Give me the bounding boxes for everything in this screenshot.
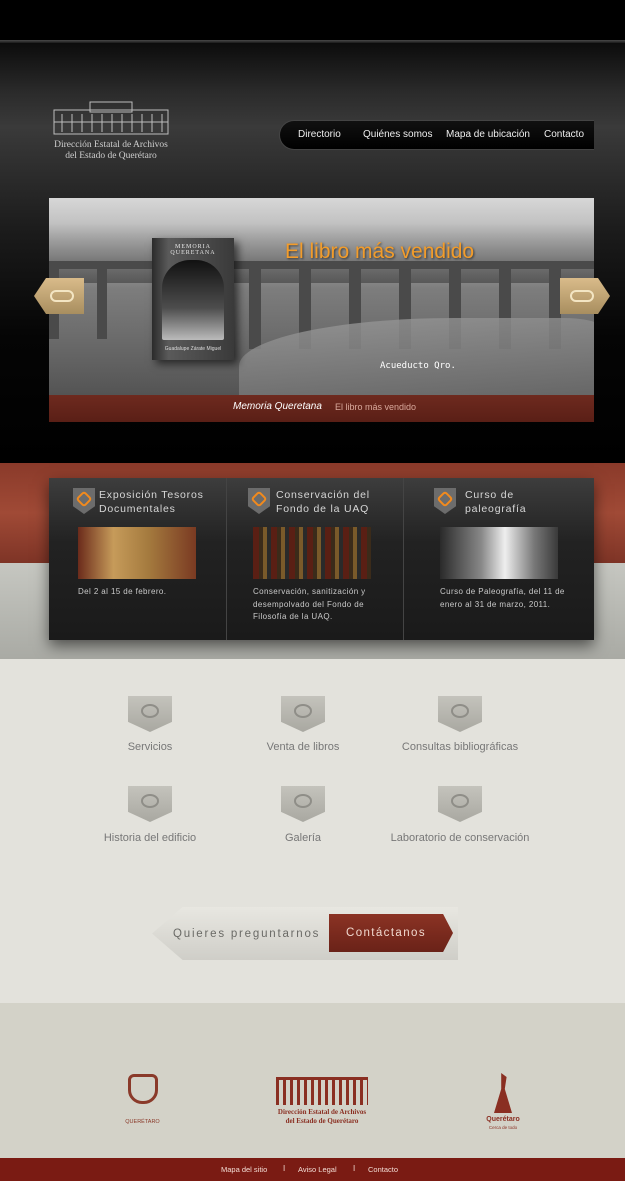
news-item[interactable]: Curso de paleografía Curso de Paleografí… bbox=[403, 478, 594, 640]
hero-slider[interactable]: MEMORIA QUERETANA Guadalupe Zárate Migue… bbox=[49, 198, 594, 422]
service-label: Consultas bibliográficas bbox=[401, 741, 519, 753]
dancer-figure-icon bbox=[494, 1073, 512, 1113]
footer-links-bar: Mapa del sitio I Aviso Legal I Contacto bbox=[0, 1158, 625, 1181]
ornament-shield-icon bbox=[281, 696, 325, 732]
nav-directorio[interactable]: Directorio bbox=[298, 129, 341, 140]
service-label: Venta de libros bbox=[266, 741, 340, 753]
ornament-badge-icon bbox=[434, 488, 456, 514]
news-text: Del 2 al 15 de febrero. bbox=[78, 587, 167, 596]
book-cover: MEMORIA QUERETANA Guadalupe Zárate Migue… bbox=[152, 238, 234, 360]
state-seal-logo[interactable]: QUERÉTARO bbox=[120, 1070, 165, 1130]
footer-archive-logo[interactable]: Dirección Estatal de Archivos del Estado… bbox=[270, 1077, 374, 1127]
ornament-shield-icon bbox=[128, 786, 172, 822]
news-item[interactable]: Conservación del Fondo de la UAQ Conserv… bbox=[226, 478, 403, 640]
ornament-shield-icon bbox=[281, 786, 325, 822]
contact-button[interactable]: Contáctanos bbox=[329, 914, 453, 952]
news-text: Curso de Paleografía, del 11 de enero al… bbox=[440, 587, 565, 609]
slide-caption-bar: Memoria Queretana El libro más vendido bbox=[49, 395, 594, 422]
caption-subtitle: El libro más vendido bbox=[335, 402, 417, 412]
service-laboratorio[interactable]: Laboratorio de conservación bbox=[370, 786, 550, 846]
ornament-shield-icon bbox=[438, 696, 482, 732]
qro-tagline: Cerca de todo bbox=[488, 1125, 518, 1130]
footer-link-aviso-legal[interactable]: Aviso Legal bbox=[298, 1165, 337, 1174]
ornament-shield-icon bbox=[128, 696, 172, 732]
news-title[interactable]: Exposición Tesoros Documentales bbox=[99, 488, 219, 516]
aqueduct-photo: MEMORIA QUERETANA Guadalupe Zárate Migue… bbox=[49, 198, 594, 398]
news-panel: Exposición Tesoros Documentales Del 2 al… bbox=[49, 478, 594, 640]
photo-caption: Acueducto Qro. bbox=[380, 361, 456, 371]
contact-button-label: Contáctanos bbox=[346, 927, 426, 939]
contact-question: Quieres preguntarnos bbox=[173, 928, 321, 940]
coat-of-arms-icon bbox=[128, 1074, 158, 1104]
nav-quienes-somos[interactable]: Quiénes somos bbox=[363, 129, 432, 140]
slide-headline: El libro más vendido bbox=[285, 240, 475, 263]
caption-title: Memoria Queretana bbox=[233, 401, 322, 412]
logo-line-2: del Estado de Querétaro bbox=[65, 151, 157, 161]
qro-name: Querétaro bbox=[486, 1116, 520, 1123]
building-icon bbox=[276, 1077, 368, 1105]
news-title[interactable]: Conservación del Fondo de la UAQ bbox=[276, 488, 396, 516]
book-title: MEMORIA QUERETANA bbox=[170, 244, 216, 256]
news-title[interactable]: Curso de paleografía bbox=[465, 488, 575, 516]
book-author: Guadalupe Zárate Miguel bbox=[164, 346, 222, 352]
logo-line-1: Dirección Estatal de Archivos bbox=[54, 140, 168, 150]
main-nav: Directorio Quiénes somos Mapa de ubicaci… bbox=[279, 120, 594, 150]
top-bar bbox=[0, 0, 625, 40]
footer-link-mapa-sitio[interactable]: Mapa del sitio bbox=[221, 1165, 267, 1174]
service-label: Galería bbox=[284, 832, 322, 844]
nav-contacto[interactable]: Contacto bbox=[544, 129, 584, 140]
news-text: Conservación, sanitización y desempolvad… bbox=[253, 587, 366, 621]
manuscript-thumbnail[interactable] bbox=[78, 527, 196, 579]
ornament-badge-icon bbox=[248, 488, 270, 514]
footer-separator: I bbox=[353, 1164, 356, 1173]
class-photo-thumbnail[interactable] bbox=[440, 527, 558, 579]
seal-text: QUERÉTARO bbox=[125, 1119, 160, 1125]
ornament-badge-icon bbox=[73, 488, 95, 514]
service-venta-libros[interactable]: Venta de libros bbox=[213, 696, 393, 756]
queretaro-logo[interactable]: Querétaro Cerca de todo bbox=[482, 1073, 524, 1133]
nav-mapa-ubicacion[interactable]: Mapa de ubicación bbox=[446, 129, 530, 140]
building-logo-icon bbox=[53, 101, 169, 135]
footer-link-contacto[interactable]: Contacto bbox=[368, 1165, 398, 1174]
site-logo[interactable]: Dirección Estatal de Archivos del Estado… bbox=[48, 100, 174, 162]
service-galeria[interactable]: Galería bbox=[213, 786, 393, 846]
service-consultas[interactable]: Consultas bibliográficas bbox=[370, 696, 550, 756]
ornament-shield-icon bbox=[438, 786, 482, 822]
service-label: Laboratorio de conservación bbox=[390, 832, 530, 844]
footer-logo-line-2: del Estado de Querétaro bbox=[285, 1117, 359, 1125]
footer-logo-line-1: Dirección Estatal de Archivos bbox=[277, 1108, 367, 1116]
footer-separator: I bbox=[283, 1164, 286, 1173]
books-thumbnail[interactable] bbox=[253, 527, 371, 579]
news-item[interactable]: Exposición Tesoros Documentales Del 2 al… bbox=[49, 478, 226, 640]
